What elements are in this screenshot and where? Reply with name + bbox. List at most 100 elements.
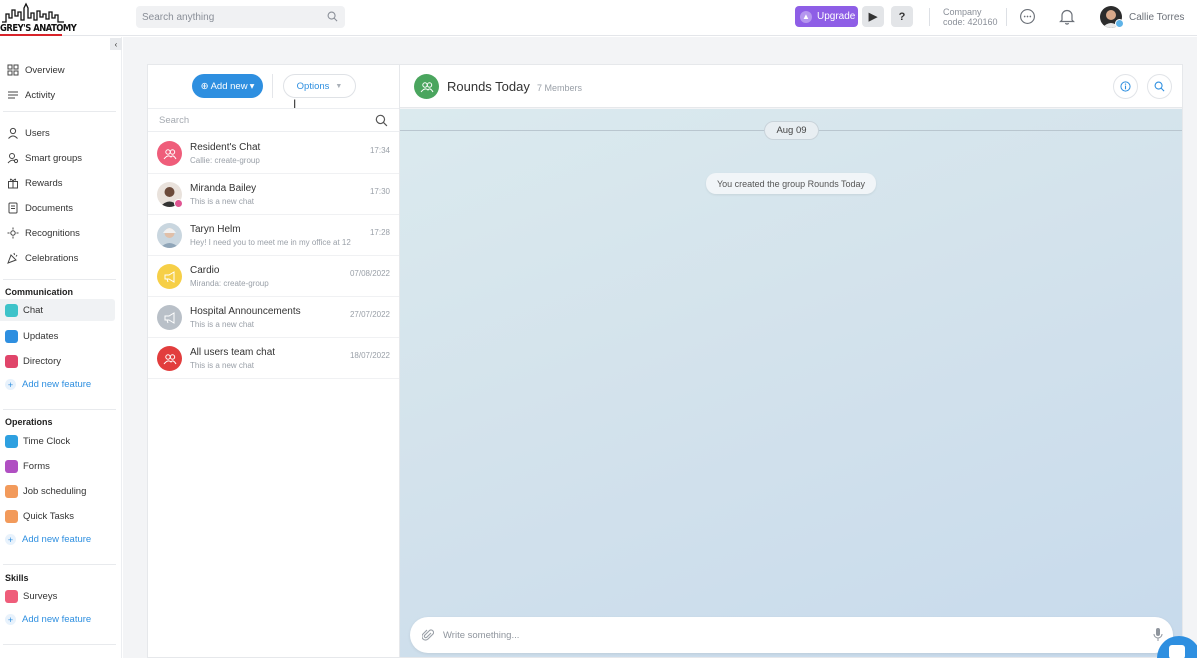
add-new-button[interactable]: ⊕ Add new ▾: [192, 74, 263, 98]
chat-list-item[interactable]: All users team chat This is a new chat 1…: [148, 338, 399, 379]
global-search[interactable]: [136, 6, 345, 28]
chat-bubble-icon[interactable]: [1019, 8, 1036, 28]
search-icon: [1154, 81, 1165, 92]
chat-search[interactable]: [148, 108, 399, 132]
logo-text: GREY'S ANATOMY: [0, 23, 77, 34]
chat-name: Resident's Chat: [190, 142, 261, 153]
group-avatar-icon: [157, 141, 182, 166]
paperclip-icon[interactable]: [421, 628, 435, 645]
add-feature-button-operations[interactable]: + Add new feature: [5, 534, 91, 545]
sidebar-item-quick-tasks[interactable]: Quick Tasks: [0, 505, 115, 527]
sidebar-item-recognitions[interactable]: Recognitions: [0, 222, 115, 244]
search-conversation-button[interactable]: [1147, 74, 1172, 99]
conversation-title[interactable]: Rounds Today: [447, 79, 530, 94]
member-count[interactable]: 7 Members: [537, 83, 582, 93]
sidebar-item-label: Documents: [25, 202, 74, 214]
chat-preview: This is a new chat: [190, 361, 255, 370]
microphone-icon[interactable]: [1153, 627, 1163, 645]
plus-circle-icon: ⊕: [200, 80, 209, 92]
sidebar-item-users[interactable]: Users: [0, 122, 115, 144]
group-avatar-icon[interactable]: [414, 74, 439, 99]
conversation-panel: Rounds Today 7 Members Aug 09 You create…: [400, 64, 1183, 658]
message-input[interactable]: [443, 624, 1123, 646]
message-area: Aug 09 You created the group Rounds Toda…: [400, 109, 1182, 657]
upgrade-label: Upgrade: [817, 11, 856, 22]
sidebar-item-celebrations[interactable]: Celebrations: [0, 247, 115, 269]
chat-list-item[interactable]: Cardio Miranda: create-group 07/08/2022: [148, 256, 399, 297]
sidebar-item-directory[interactable]: Directory: [0, 350, 115, 372]
chat-list-item[interactable]: Resident's Chat Callie: create-group 17:…: [148, 133, 399, 174]
divider: [3, 564, 116, 565]
chat-list-item[interactable]: Taryn Helm Hey! I need you to meet me in…: [148, 215, 399, 256]
play-icon: ▶: [868, 11, 878, 23]
sidebar-item-job-scheduling[interactable]: Job scheduling: [0, 480, 115, 502]
chat-time: 27/07/2022: [349, 310, 390, 319]
play-tutorial-button[interactable]: ▶: [862, 6, 884, 27]
chat-list-item[interactable]: Hospital Announcements This is a new cha…: [148, 297, 399, 338]
message-composer: [410, 617, 1173, 653]
sidebar-item-label: Overview: [25, 64, 65, 76]
sidebar-item-rewards[interactable]: Rewards: [0, 172, 115, 194]
chat-name: Cardio: [190, 265, 220, 276]
sidebar-item-smart-groups[interactable]: Smart groups: [0, 147, 115, 169]
sidebar-item-label: Forms: [23, 460, 50, 472]
divider: [3, 409, 116, 410]
divider: [3, 279, 116, 280]
chat-preview: Hey! I need you to meet me in my office …: [190, 238, 351, 247]
add-feature-label: Add new feature: [22, 534, 92, 545]
sidebar-item-chat[interactable]: Chat: [0, 299, 115, 321]
forms-feature-icon: [5, 459, 18, 473]
gift-icon: [7, 177, 19, 189]
company-code: code: 420160: [943, 17, 998, 27]
chat-preview: Miranda: create-group: [190, 279, 269, 288]
add-feature-button-communication[interactable]: + Add new feature: [5, 379, 91, 390]
status-badge: [1115, 19, 1124, 28]
sidebar-item-updates[interactable]: Updates: [0, 325, 115, 347]
sidebar-item-overview[interactable]: Overview: [0, 59, 115, 81]
collapse-sidebar-button[interactable]: ‹: [110, 38, 122, 50]
chat-name: All users team chat: [190, 347, 276, 358]
upgrade-icon: ▲: [800, 10, 812, 23]
help-label: ?: [898, 10, 906, 23]
sidebar-item-forms[interactable]: Forms: [0, 455, 115, 477]
bell-icon[interactable]: [1059, 8, 1075, 28]
chat-preview: Callie: create-group: [190, 156, 260, 165]
info-icon: [1120, 81, 1131, 92]
divider: [3, 644, 116, 645]
sidebar-item-surveys[interactable]: Surveys: [0, 585, 115, 607]
chat-time: 17:34: [369, 146, 390, 155]
add-feature-button-skills[interactable]: + Add new feature: [5, 614, 91, 625]
surveys-feature-icon: [5, 589, 18, 603]
help-button[interactable]: ?: [891, 6, 913, 27]
sidebar-item-label: Smart groups: [25, 152, 83, 164]
quick-tasks-feature-icon: [5, 509, 18, 523]
sparkle-icon: [7, 227, 19, 239]
sidebar-item-label: Activity: [25, 89, 56, 101]
sidebar: ‹ Overview Activity Users Smart groups R…: [0, 37, 122, 658]
chat-search-input[interactable]: [148, 109, 348, 131]
plus-icon: +: [5, 614, 16, 625]
info-button[interactable]: [1113, 74, 1138, 99]
date-pill: Aug 09: [764, 121, 819, 140]
menu-lines-icon: [7, 89, 19, 101]
global-search-input[interactable]: [136, 6, 316, 28]
user-name[interactable]: Callie Torres: [1129, 12, 1184, 23]
chat-list-item[interactable]: Miranda Bailey This is a new chat 17:30: [148, 174, 399, 215]
sidebar-item-documents[interactable]: Documents: [0, 197, 115, 219]
sidebar-item-activity[interactable]: Activity: [0, 84, 115, 106]
caret-down-icon: ▾: [249, 80, 255, 92]
options-button[interactable]: Options ▼: [283, 74, 356, 98]
add-feature-label: Add new feature: [22, 379, 92, 390]
add-new-label: Add new: [210, 80, 248, 92]
user-icon: [7, 127, 19, 139]
updates-feature-icon: [5, 329, 18, 343]
search-icon[interactable]: [375, 114, 388, 130]
sidebar-item-label: Time Clock: [23, 435, 71, 447]
app-logo[interactable]: GREY'S ANATOMY: [0, 2, 77, 36]
upgrade-button[interactable]: ▲ Upgrade: [795, 6, 858, 27]
search-icon[interactable]: [327, 11, 338, 25]
directory-feature-icon: [5, 354, 18, 368]
divider: [1006, 8, 1007, 26]
chat-time: 17:28: [369, 228, 390, 237]
sidebar-item-time-clock[interactable]: Time Clock: [0, 430, 115, 452]
